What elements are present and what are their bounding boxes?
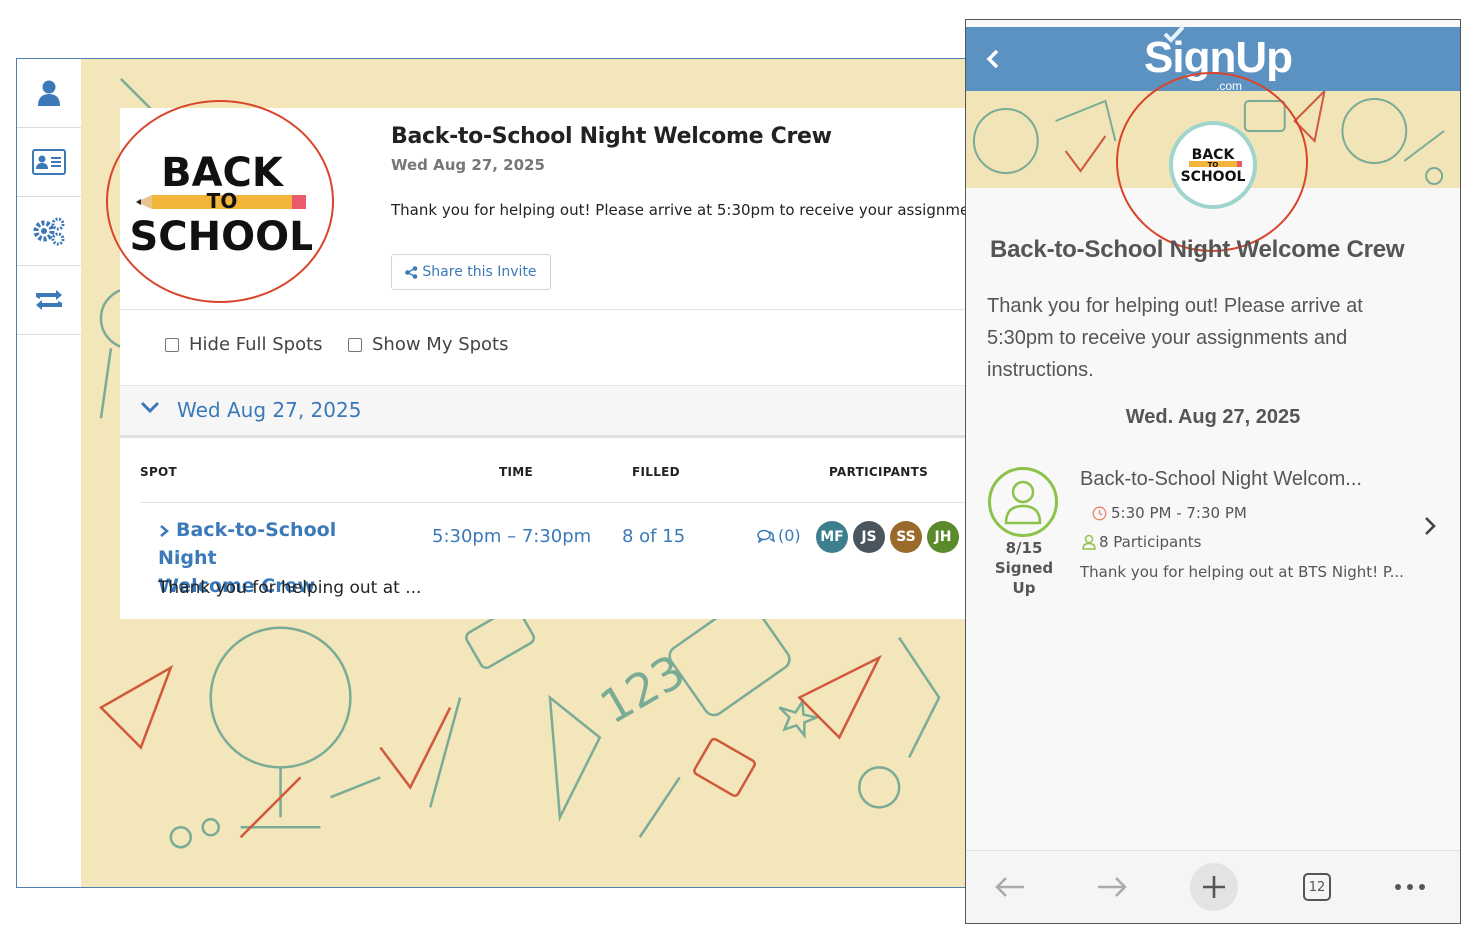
sidebar-item-settings[interactable] xyxy=(17,197,81,266)
slot-time: 5:30 PM - 7:30 PM xyxy=(1092,504,1247,522)
signup-count-value: 8/15 xyxy=(1005,539,1043,557)
slot-participants: 8 Participants xyxy=(1082,533,1201,551)
divider xyxy=(120,309,975,310)
hide-full-label: Hide Full Spots xyxy=(189,334,323,355)
tabs-count: 12 xyxy=(1303,873,1331,901)
col-header-filled: FILLED xyxy=(632,465,680,479)
browser-toolbar: 12 xyxy=(966,850,1460,923)
share-invite-button[interactable]: Share this Invite xyxy=(391,254,551,290)
event-description: Thank you for helping out! Please arrive… xyxy=(391,201,970,219)
sidebar-item-profile[interactable] xyxy=(17,59,81,128)
col-header-time: TIME xyxy=(499,465,533,479)
event-description: Thank you for helping out! Please arrive… xyxy=(987,295,1363,381)
date-group-header[interactable]: Wed Aug 27, 2025 xyxy=(120,385,975,438)
slot-time-text: 5:30 PM - 7:30 PM xyxy=(1111,504,1247,522)
chevron-right-icon[interactable] xyxy=(1424,516,1436,536)
retweet-icon xyxy=(36,290,62,310)
date-group-label: Wed Aug 27, 2025 xyxy=(177,398,362,422)
event-date: Wed Aug 27, 2025 xyxy=(391,156,545,174)
person-icon xyxy=(1082,534,1096,550)
comments-icon xyxy=(757,529,775,543)
comments-button[interactable]: (0) xyxy=(757,526,801,545)
back-arrow-icon[interactable] xyxy=(986,49,1000,69)
arrow-right-icon xyxy=(1098,877,1127,897)
slot-participants-text: 8 Participants xyxy=(1099,533,1202,551)
event-date: Wed. Aug 27, 2025 xyxy=(1125,406,1301,428)
show-my-spots-toggle[interactable]: Show My Spots xyxy=(348,334,509,355)
chevron-down-icon xyxy=(140,401,160,414)
avatar[interactable]: JH xyxy=(927,521,959,553)
signup-count: 8/15 Signed Up xyxy=(982,538,1066,598)
show-mine-checkbox[interactable] xyxy=(348,337,362,352)
event-title: Back-to-School Night Welcome Crew xyxy=(990,236,1405,263)
show-mine-label: Show My Spots xyxy=(372,334,509,355)
browser-back-button[interactable] xyxy=(990,861,1030,913)
slot-name[interactable]: Back-to-School Night Welcom... xyxy=(1080,468,1362,491)
settings-gears-icon xyxy=(33,217,65,246)
tabs-button[interactable]: 12 xyxy=(1299,861,1335,913)
contact-card-icon xyxy=(32,149,66,175)
hide-full-spots-toggle[interactable]: Hide Full Spots xyxy=(165,334,323,355)
checkmark-icon xyxy=(1163,25,1185,43)
avatar[interactable]: MF xyxy=(816,521,848,553)
arrow-left-icon xyxy=(995,877,1024,897)
highlight-circle xyxy=(106,100,334,303)
mobile-app-window: SignUp .com BACK TO SCHOOL Back-to-Schoo… xyxy=(965,19,1461,924)
slot-description: Thank you for helping out at BTS Night! … xyxy=(1080,563,1404,581)
avatar[interactable]: JS xyxy=(853,521,885,553)
avatar[interactable]: SS xyxy=(890,521,922,553)
sidebar-item-contacts[interactable] xyxy=(17,128,81,197)
share-label: Share this Invite xyxy=(422,264,537,280)
highlight-circle xyxy=(1116,72,1308,252)
col-header-participants: PARTICIPANTS xyxy=(829,465,929,479)
more-dots-icon xyxy=(1395,884,1425,890)
sidebar xyxy=(17,59,82,887)
spot-filled[interactable]: 8 of 15 xyxy=(622,526,685,547)
plus-icon xyxy=(1203,876,1225,898)
col-header-spot: SPOT xyxy=(140,465,178,479)
person-outline-icon xyxy=(1004,480,1042,525)
clock-icon xyxy=(1092,506,1107,520)
spot-time: 5:30pm – 7:30pm xyxy=(432,526,592,547)
signup-progress-avatar xyxy=(988,467,1058,537)
browser-forward-button[interactable] xyxy=(1092,861,1132,913)
hide-full-checkbox[interactable] xyxy=(165,337,179,352)
spot-name-line1: Back-to-School Night xyxy=(158,519,337,569)
comments-count: (0) xyxy=(778,526,801,545)
event-title: Back-to-School Night Welcome Crew xyxy=(391,124,832,149)
user-icon xyxy=(38,80,60,106)
new-tab-button[interactable] xyxy=(1189,861,1239,913)
spot-description: Thank you for helping out at ... xyxy=(158,578,422,598)
sidebar-item-sync[interactable] xyxy=(17,266,81,335)
signup-count-label: Signed Up xyxy=(994,559,1054,597)
share-icon xyxy=(405,265,418,279)
divider xyxy=(140,502,975,503)
more-menu-button[interactable] xyxy=(1390,861,1430,913)
